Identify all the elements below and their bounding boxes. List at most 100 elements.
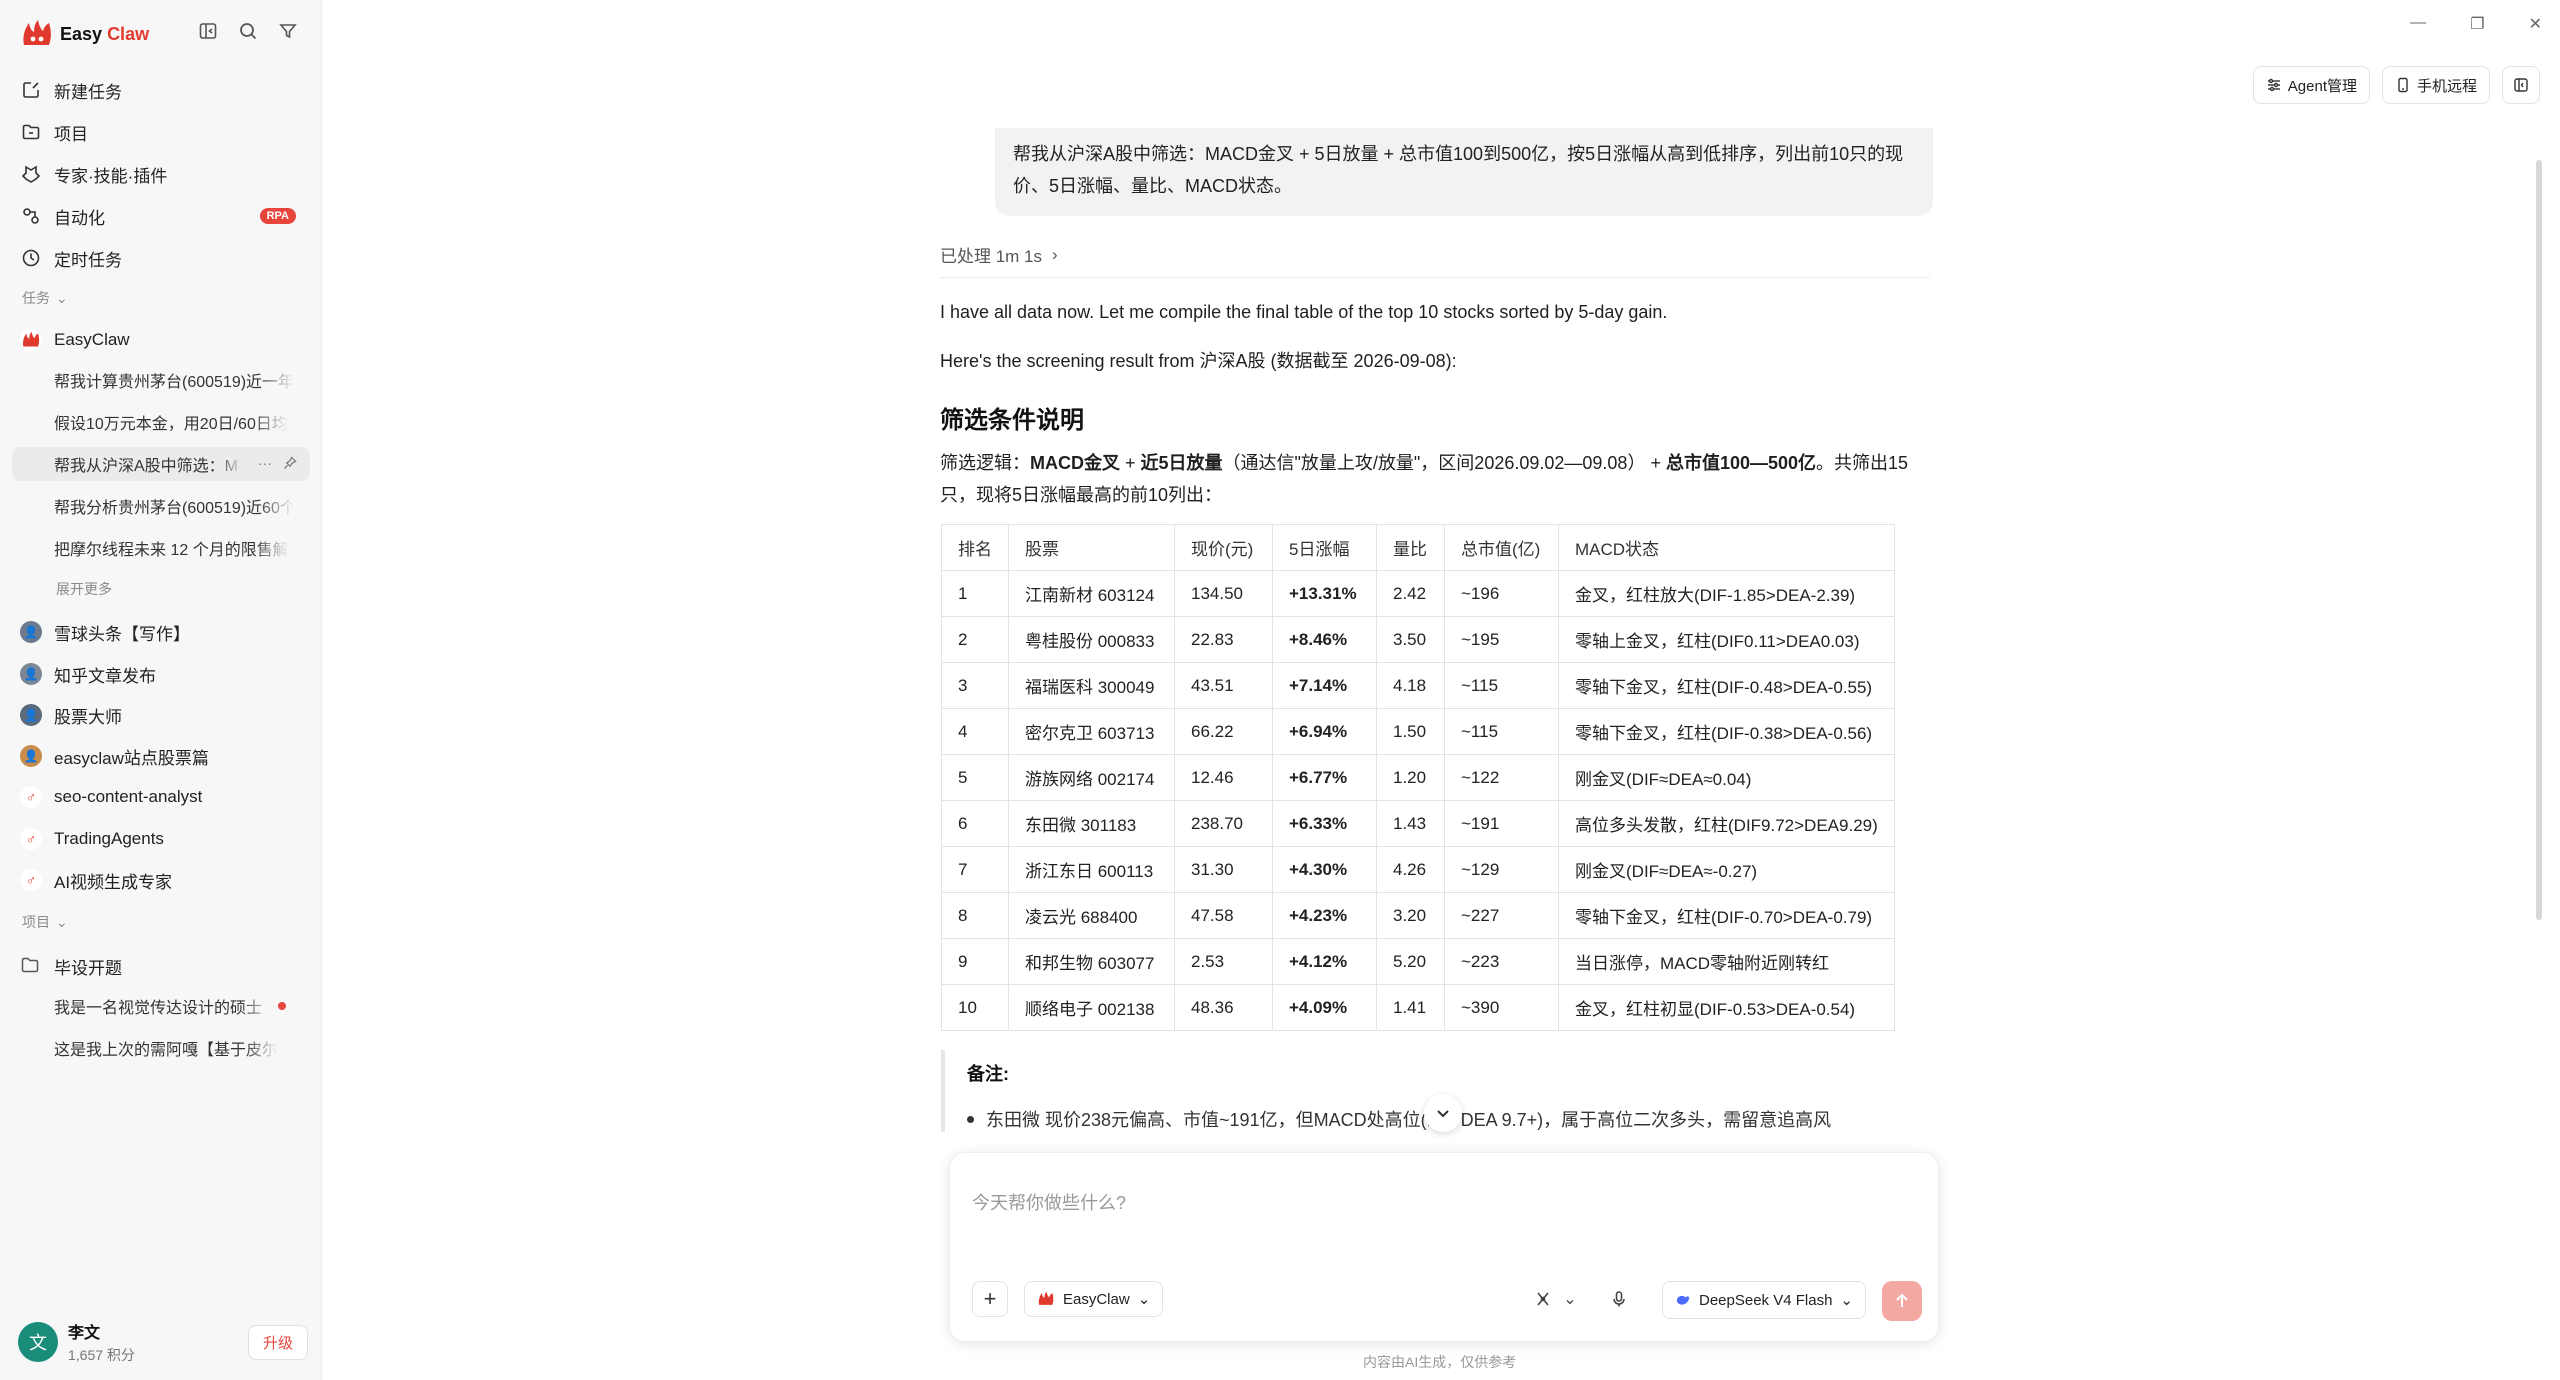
send-button[interactable] [1882, 1281, 1922, 1321]
cell-price: 238.70 [1174, 800, 1273, 847]
cell-rank: 4 [941, 708, 1009, 755]
upgrade-button[interactable]: 升级 [247, 1324, 308, 1360]
cell-volume-ratio: 2.42 [1376, 570, 1445, 617]
tools-button[interactable] [1528, 1281, 1558, 1317]
more-options-icon[interactable]: ··· [258, 455, 272, 474]
cell-rank: 3 [941, 662, 1009, 709]
cell-market-cap: ~191 [1444, 800, 1559, 847]
project-item[interactable]: 毕设开题 [20, 948, 310, 984]
table-row: 3 福瑞医科 300049 43.51 +7.14% 4.18 ~115 零轴下金叉，红柱(… [941, 662, 1895, 709]
cell-volume-ratio: 1.20 [1376, 754, 1445, 801]
show-more-link[interactable]: 展开更多 [56, 579, 112, 599]
agent-item[interactable]: 👤 知乎文章发布 [20, 656, 310, 692]
cell-stock: 和邦生物 603077 [1008, 938, 1175, 985]
voice-input-button[interactable] [1604, 1281, 1634, 1317]
agent-avatar-icon: 👤 [20, 621, 42, 643]
task-item[interactable]: 假设10万元本金，用20日/60日均 [54, 405, 294, 439]
easyclaw-avatar-icon [20, 329, 42, 351]
deepseek-logo-icon [1676, 1295, 1690, 1305]
task-item[interactable]: 帮我计算贵州茅台(600519)近一年 [54, 363, 294, 397]
logic-condition: 总市值100—500亿 [1665, 453, 1817, 473]
scrollbar[interactable] [2536, 160, 2542, 920]
cell-price: 12.46 [1174, 754, 1273, 801]
chevron-down-icon: ⌄ [1840, 1292, 1853, 1309]
pin-icon[interactable] [282, 455, 298, 474]
avatar: 文 [18, 1322, 58, 1362]
table-header-row: 排名 股票 现价(元) 5日涨幅 量比 总市值(亿) MACD状态 [941, 524, 1895, 571]
agent-label: easyclaw站点股票篇 [54, 748, 209, 768]
cell-market-cap: ~122 [1444, 754, 1559, 801]
cell-macd: 零轴下金叉，红柱(DIF-0.48>DEA-0.55) [1558, 662, 1895, 709]
cell-volume-ratio: 3.50 [1376, 616, 1445, 663]
cell-volume-ratio: 5.20 [1376, 938, 1445, 985]
scroll-to-bottom-button[interactable] [1424, 1094, 1462, 1132]
folder-icon [20, 121, 42, 143]
chat-input[interactable] [972, 1173, 1912, 1233]
project-task-item[interactable]: 我是一名视觉传达设计的硕士 [54, 989, 294, 1023]
filter-icon[interactable] [277, 20, 299, 42]
agent-selector[interactable]: EasyClaw ⌄ [1024, 1281, 1164, 1317]
chevron-down-icon: ⌄ [56, 289, 68, 306]
agent-item[interactable]: ♂ seo-content-analyst [20, 779, 310, 815]
agent-item[interactable]: 👤 雪球头条【写作】 [20, 614, 310, 650]
search-icon[interactable] [237, 20, 259, 42]
nav-new-task[interactable]: 新建任务 [20, 72, 302, 108]
table-row: 2 粤桂股份 000833 22.83 +8.46% 3.50 ~195 零轴上金叉，红柱(… [941, 616, 1895, 663]
agent-item[interactable]: 👤 easyclaw站点股票篇 [20, 738, 310, 774]
group-label: EasyClaw [54, 330, 130, 349]
projects-section-toggle[interactable]: 项目 ⌄ [22, 912, 68, 932]
processed-toggle[interactable]: 已处理 1m 1s › [940, 242, 1058, 267]
task-item[interactable]: 帮我分析贵州茅台(600519)近60个 [54, 489, 294, 523]
cell-market-cap: ~196 [1444, 570, 1559, 617]
table-row: 7 浙江东日 600113 31.30 +4.30% 4.26 ~129 刚金叉(DIF≈D… [941, 846, 1895, 893]
task-item-active[interactable]: 帮我从沪深A股中筛选：M ··· [12, 447, 310, 481]
cell-rank: 9 [941, 938, 1009, 985]
nav-scheduled-tasks[interactable]: 定时任务 [20, 240, 302, 276]
tasks-section-toggle[interactable]: 任务 ⌄ [22, 288, 68, 308]
group-easyclaw[interactable]: EasyClaw [20, 322, 310, 358]
cell-price: 31.30 [1174, 846, 1273, 893]
agent-item[interactable]: ♂ TradingAgents [20, 821, 310, 857]
easyclaw-logo-icon [1038, 1291, 1054, 1305]
tools-dropdown[interactable]: ⌄ [1560, 1281, 1580, 1317]
microphone-icon [1613, 1291, 1625, 1307]
cell-stock: 顺络电子 002138 [1008, 984, 1175, 1031]
cell-volume-ratio: 4.26 [1376, 846, 1445, 893]
easyclaw-logo-icon [20, 19, 54, 49]
cell-market-cap: ~115 [1444, 708, 1559, 755]
header-rank: 排名 [941, 524, 1009, 571]
cell-price: 48.36 [1174, 984, 1273, 1031]
nav-label: 新建任务 [54, 82, 122, 102]
logic-note: （通达信"放量上攻/放量"，区间2026.09.02—09.08） [1222, 453, 1646, 473]
add-attachment-button[interactable]: + [972, 1281, 1008, 1317]
user-name: 李文 [68, 1325, 101, 1342]
agent-avatar-icon: 👤 [20, 704, 42, 726]
task-item[interactable]: 把摩尔线程未来 12 个月的限售解 [54, 531, 294, 565]
agent-item[interactable]: 👤 股票大师 [20, 697, 310, 733]
nav-label: 自动化 [54, 208, 105, 228]
cell-gain: +4.30% [1272, 846, 1377, 893]
cell-market-cap: ~115 [1444, 662, 1559, 709]
cell-volume-ratio: 1.43 [1376, 800, 1445, 847]
ai-text-line: I have all data now. Let me compile the … [940, 302, 1668, 322]
nav-projects[interactable]: 项目 [20, 114, 302, 150]
collapse-sidebar-icon[interactable] [197, 20, 219, 42]
arrow-up-icon [1896, 1293, 1908, 1307]
nav-experts-skills-plugins[interactable]: 专家·技能·插件 [20, 156, 302, 192]
cell-gain: +7.14% [1272, 662, 1377, 709]
table-row: 5 游族网络 002174 12.46 +6.77% 1.20 ~122 刚金叉(DIF≈D… [941, 754, 1895, 801]
agent-item[interactable]: ♂ AI视频生成专家 [20, 862, 310, 898]
project-task-item[interactable]: 这是我上次的需阿嘎【基于皮尔 [54, 1031, 294, 1065]
composer: + EasyClaw ⌄ ⌄ DeepSeek V4 Flash ⌄ [949, 1152, 1939, 1342]
app-logo[interactable]: Easy Claw [20, 16, 149, 52]
model-selector[interactable]: DeepSeek V4 Flash ⌄ [1662, 1281, 1866, 1319]
header-macd: MACD状态 [1558, 524, 1895, 571]
agent-label: 知乎文章发布 [54, 666, 156, 686]
table-row: 9 和邦生物 603077 2.53 +4.12% 5.20 ~223 当日涨停，MACD零… [941, 938, 1895, 985]
user-profile[interactable]: 文 李文 1,657 积分 升级 [18, 1316, 308, 1368]
nav-automation[interactable]: 自动化 RPA [20, 198, 302, 234]
agent-label: TradingAgents [54, 829, 164, 848]
cell-gain: +4.23% [1272, 892, 1377, 939]
note-block: 备注: 东田微 现价238元偏高、市值~191亿，但MACD处高位(DIF/DE… [941, 1050, 1891, 1132]
cell-market-cap: ~129 [1444, 846, 1559, 893]
